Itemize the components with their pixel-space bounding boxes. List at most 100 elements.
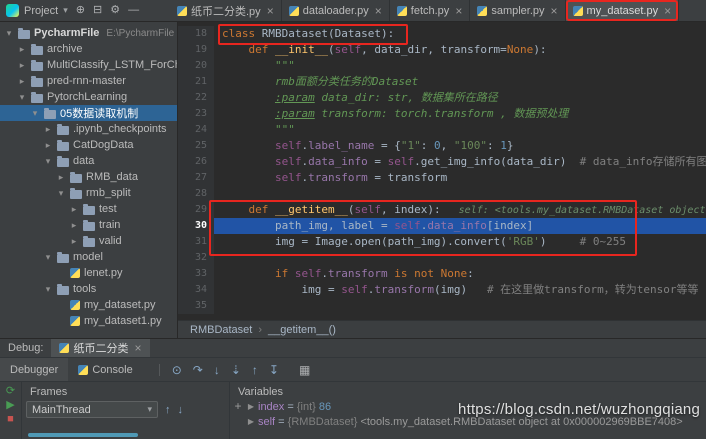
rerun-icon[interactable]: ⟳ [6, 386, 15, 397]
chevron-down-icon[interactable]: ▾ [17, 92, 27, 103]
chevron-right-icon[interactable]: ▸ [56, 172, 66, 183]
tree-item[interactable]: ▾ tools [0, 281, 177, 297]
force-step-into-icon[interactable]: ⇣ [231, 364, 241, 376]
chevron-right-icon[interactable]: ▸ [69, 236, 79, 247]
code-text: :param transform: torch.transform , 数据预处… [274, 107, 569, 120]
code-line[interactable]: 18 class RMBDataset(Dataset): [178, 26, 706, 42]
stop-icon[interactable]: ■ [7, 414, 14, 425]
step-into-icon[interactable]: ↓ [214, 364, 220, 376]
chevron-down-icon[interactable]: ▾ [4, 28, 14, 39]
code-line[interactable]: 19 def __init__(self, data_dir, transfor… [178, 42, 706, 58]
expand-icon[interactable]: ▶ [246, 402, 256, 411]
code-line[interactable]: 34 img = self.transform(img) # 在这里做trans… [178, 282, 706, 298]
chevron-right-icon[interactable]: ▸ [17, 76, 27, 87]
code-line[interactable]: 24 """ [178, 122, 706, 138]
code-line[interactable]: 28 [178, 186, 706, 202]
tree-item[interactable]: ▾ PytorchLearning [0, 89, 177, 105]
editor[interactable]: 18 class RMBDataset(Dataset): 19 def __ini… [178, 22, 706, 338]
code-line[interactable]: 29 def __getitem__(self, index): self: <… [178, 202, 706, 218]
tree-item[interactable]: ▸ train [0, 217, 177, 233]
tree-item[interactable]: ▸ .ipynb_checkpoints [0, 121, 177, 137]
step-out-icon[interactable]: ↑ [252, 364, 258, 376]
thread-selector[interactable]: MainThread ▾ [26, 401, 158, 418]
chevron-right-icon[interactable]: ▸ [17, 44, 27, 55]
chevron-right-icon[interactable]: ▸ [17, 60, 27, 71]
hide-panel-icon[interactable]: — [128, 5, 139, 16]
horizontal-scrollbar[interactable] [28, 433, 138, 437]
code-line[interactable]: 22 :param data_dir: str, 数据集所在路径 [178, 90, 706, 106]
debug-panel: ⟳ ▶ ■ Frames MainThread ▾ ↑ ↓ Variables + [0, 381, 706, 439]
previous-frame-icon[interactable]: ↑ [165, 404, 171, 416]
code-line[interactable]: 20 """ [178, 58, 706, 74]
breadcrumb-method[interactable]: __getitem__() [268, 324, 336, 336]
variables-title[interactable]: Variables [238, 386, 283, 398]
chevron-down-icon[interactable]: ▾ [63, 5, 68, 16]
chevron-right-icon[interactable]: ▸ [43, 124, 53, 135]
next-frame-icon[interactable]: ↓ [178, 404, 184, 416]
tree-item[interactable]: ▸ valid [0, 233, 177, 249]
collapse-all-icon[interactable]: ⊟ [93, 5, 102, 16]
resume-icon[interactable]: ▶ [6, 400, 14, 411]
tab-console[interactable]: Console [68, 358, 142, 381]
tree-item[interactable]: ▸ CatDogData [0, 137, 177, 153]
tab-debugger[interactable]: Debugger [0, 358, 69, 381]
locate-icon[interactable]: ⊕ [76, 5, 85, 16]
code-line[interactable]: 33 if self.transform is not None: [178, 266, 706, 282]
variable-row[interactable]: ▶ index = {int} 86 [246, 399, 706, 414]
chevron-right-icon[interactable]: ▸ [43, 140, 53, 151]
project-panel-title[interactable]: Project [24, 5, 58, 17]
step-over-icon[interactable]: ↷ [193, 364, 203, 376]
expand-icon[interactable]: ▶ [246, 417, 256, 426]
settings-icon[interactable]: ⚙ [110, 5, 120, 16]
chevron-down-icon[interactable]: ▾ [56, 188, 66, 199]
code-line[interactable]: 31 img = Image.open(path_img).convert('R… [178, 234, 706, 250]
close-icon[interactable]: × [267, 5, 274, 17]
tree-item[interactable]: ▾ data [0, 153, 177, 169]
code-line[interactable]: 21 rmb面额分类任务的Dataset [178, 74, 706, 90]
run-to-cursor-icon[interactable]: ↧ [269, 364, 279, 376]
editor-tab[interactable]: sampler.py × [470, 0, 566, 21]
breadcrumb-class[interactable]: RMBDataset [190, 324, 252, 336]
chevron-right-icon[interactable]: ▸ [69, 204, 79, 215]
chevron-down-icon[interactable]: ▾ [43, 284, 53, 295]
close-icon[interactable]: × [134, 342, 141, 354]
tree-item[interactable]: my_dataset1.py [0, 313, 177, 329]
frames-title[interactable]: Frames [30, 386, 67, 398]
chevron-down-icon[interactable]: ▾ [43, 252, 53, 263]
tree-item[interactable]: ▸ archive [0, 41, 177, 57]
chevron-right-icon[interactable]: ▸ [69, 220, 79, 231]
tree-item[interactable]: ▸ pred-rnn-master [0, 73, 177, 89]
code-line[interactable]: 26 self.data_info = self.get_img_info(da… [178, 154, 706, 170]
code-line[interactable]: 23 :param transform: torch.transform , 数… [178, 106, 706, 122]
close-icon[interactable]: × [455, 5, 462, 17]
close-icon[interactable]: × [664, 5, 671, 17]
code-line[interactable]: 25 self.label_name = {"1": 0, "100": 1} [178, 138, 706, 154]
code-line[interactable]: 27 self.transform = transform [178, 170, 706, 186]
editor-tab[interactable]: dataloader.py × [281, 0, 390, 21]
editor-tab[interactable]: 纸币二分类.py × [170, 0, 282, 21]
close-icon[interactable]: × [375, 5, 382, 17]
tree-item[interactable]: ▾ rmb_split [0, 185, 177, 201]
chevron-down-icon[interactable]: ▾ [43, 156, 53, 167]
editor-tab[interactable]: fetch.py × [389, 0, 471, 21]
close-icon[interactable]: × [551, 5, 558, 17]
layout-icon[interactable]: ▦ [299, 363, 310, 377]
editor-tab[interactable]: my_dataset.py × [565, 0, 680, 21]
chevron-down-icon[interactable]: ▾ [30, 108, 40, 119]
tree-item[interactable]: ▸ RMB_data [0, 169, 177, 185]
code-line[interactable]: 30 path_img, label = self.data_info[inde… [178, 218, 706, 234]
tree-item[interactable]: ▾ PycharmFile E:\PycharmFile [0, 25, 177, 41]
tree-item[interactable]: ▾ model [0, 249, 177, 265]
tree-item[interactable]: ▸ test [0, 201, 177, 217]
variable-type: {int} [296, 400, 319, 413]
add-watch-icon[interactable]: + [234, 399, 241, 429]
show-execution-point-icon[interactable]: ⊙ [172, 364, 182, 376]
code-line[interactable]: 32 [178, 250, 706, 266]
tree-item[interactable]: ▾ 05数据读取机制 [0, 105, 177, 121]
tree-item[interactable]: ▸ MultiClassify_LSTM_ForChinese [0, 57, 177, 73]
debug-session-tab[interactable]: 纸币二分类 × [51, 339, 150, 357]
tree-item[interactable]: lenet.py [0, 265, 177, 281]
variable-row[interactable]: ▶ self = {RMBDataset} <tools.my_dataset.R… [246, 414, 706, 429]
tree-item[interactable]: my_dataset.py [0, 297, 177, 313]
code-line[interactable]: 35 [178, 298, 706, 314]
